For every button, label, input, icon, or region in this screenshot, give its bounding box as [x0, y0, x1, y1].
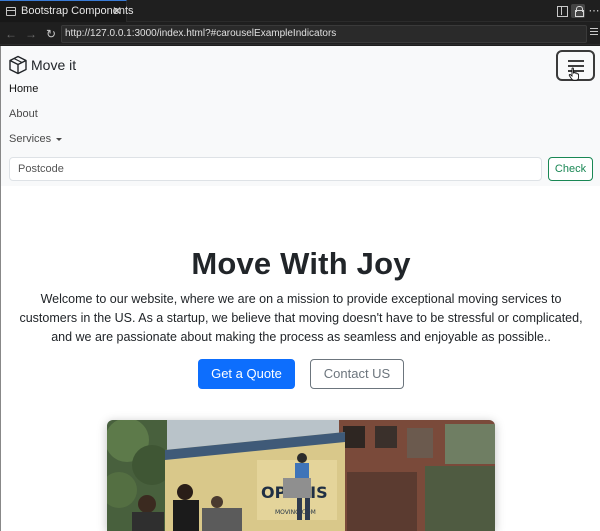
navbar-brand[interactable]: Move it [8, 54, 76, 76]
split-editor-icon[interactable] [555, 4, 569, 18]
box-icon [9, 55, 27, 75]
forward-arrow-icon[interactable]: → [24, 26, 38, 42]
back-arrow-icon[interactable]: ← [4, 26, 18, 42]
moving-truck-photo: OPOLIS MOVING.COM [107, 420, 495, 531]
page-viewport: Move it Home About Services Check Move W… [0, 46, 600, 531]
nav-link-services-label: Services [9, 133, 52, 145]
carousel-image[interactable]: OPOLIS MOVING.COM [107, 420, 495, 531]
hero-title: Move With Joy [191, 246, 411, 281]
contact-us-button[interactable]: Contact US [310, 359, 404, 389]
hero-section: Move With Joy Welcome to our website, wh… [1, 186, 600, 531]
hero-description: Welcome to our website, where we are on … [19, 292, 583, 344]
check-button[interactable]: Check [548, 157, 593, 181]
browser-tab-bar: Bootstrap Components ✕ ⋯ [0, 0, 600, 22]
brand-name: Move it [31, 57, 77, 73]
hamburger-icon-bar [568, 60, 584, 62]
postcode-input[interactable] [9, 157, 542, 181]
caret-down-icon [56, 137, 63, 141]
lock-icon[interactable] [571, 4, 585, 18]
reload-icon[interactable]: ↻ [44, 26, 58, 42]
more-actions-icon[interactable]: ⋯ [587, 4, 600, 18]
get-quote-button[interactable]: Get a Quote [198, 359, 295, 389]
nav-link-about[interactable]: About [9, 108, 38, 120]
url-input[interactable]: http://127.0.0.1:3000/index.html?#carous… [61, 25, 587, 43]
hand-pointer-icon [568, 67, 579, 81]
menu-icon[interactable] [590, 28, 600, 40]
nav-dropdown-services[interactable]: Services [9, 133, 63, 145]
browser-address-bar: ← → ↻ http://127.0.0.1:3000/index.html?#… [0, 23, 600, 45]
browser-tab[interactable]: Bootstrap Components ✕ [0, 0, 134, 22]
nav-link-home[interactable]: Home [9, 83, 38, 95]
window-icon [6, 7, 16, 16]
close-tab-icon[interactable]: ✕ [112, 4, 122, 18]
navbar: Move it Home About Services Check [1, 46, 600, 186]
